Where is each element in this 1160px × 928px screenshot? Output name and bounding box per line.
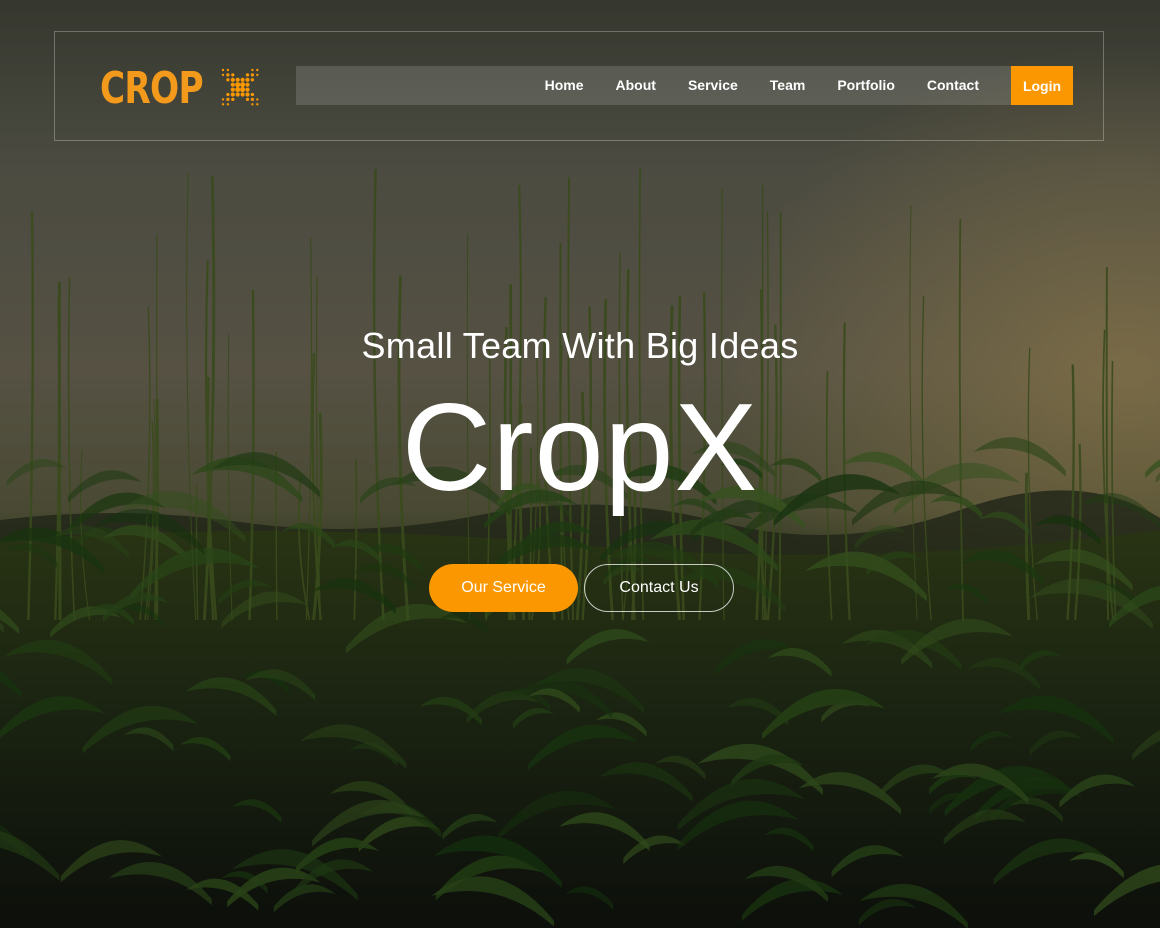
hero-title: CropX — [401, 379, 759, 517]
login-button[interactable]: Login — [1011, 66, 1073, 105]
nav-list: Home About Service Team Portfolio Contac… — [529, 66, 995, 105]
nav-item-service[interactable]: Service — [672, 66, 754, 105]
hero-actions: Our Service Contact Us — [3, 564, 1160, 612]
main-navbar: Home About Service Team Portfolio Contac… — [296, 66, 1073, 105]
x-dots-icon — [220, 67, 260, 112]
contact-us-button[interactable]: Contact Us — [584, 564, 734, 612]
hero-subtitle: Small Team With Big Ideas — [361, 325, 799, 366]
our-service-button[interactable]: Our Service — [429, 564, 578, 612]
brand-logo[interactable]: CROP — [100, 66, 260, 112]
hero-section: Small Team With Big Ideas CropX Our Serv… — [0, 318, 1160, 612]
nav-item-home[interactable]: Home — [529, 66, 600, 105]
nav-item-contact[interactable]: Contact — [911, 66, 995, 105]
nav-item-portfolio[interactable]: Portfolio — [821, 66, 911, 105]
nav-item-about[interactable]: About — [600, 66, 672, 105]
logo-text: CROP — [100, 63, 204, 114]
nav-item-team[interactable]: Team — [754, 66, 822, 105]
